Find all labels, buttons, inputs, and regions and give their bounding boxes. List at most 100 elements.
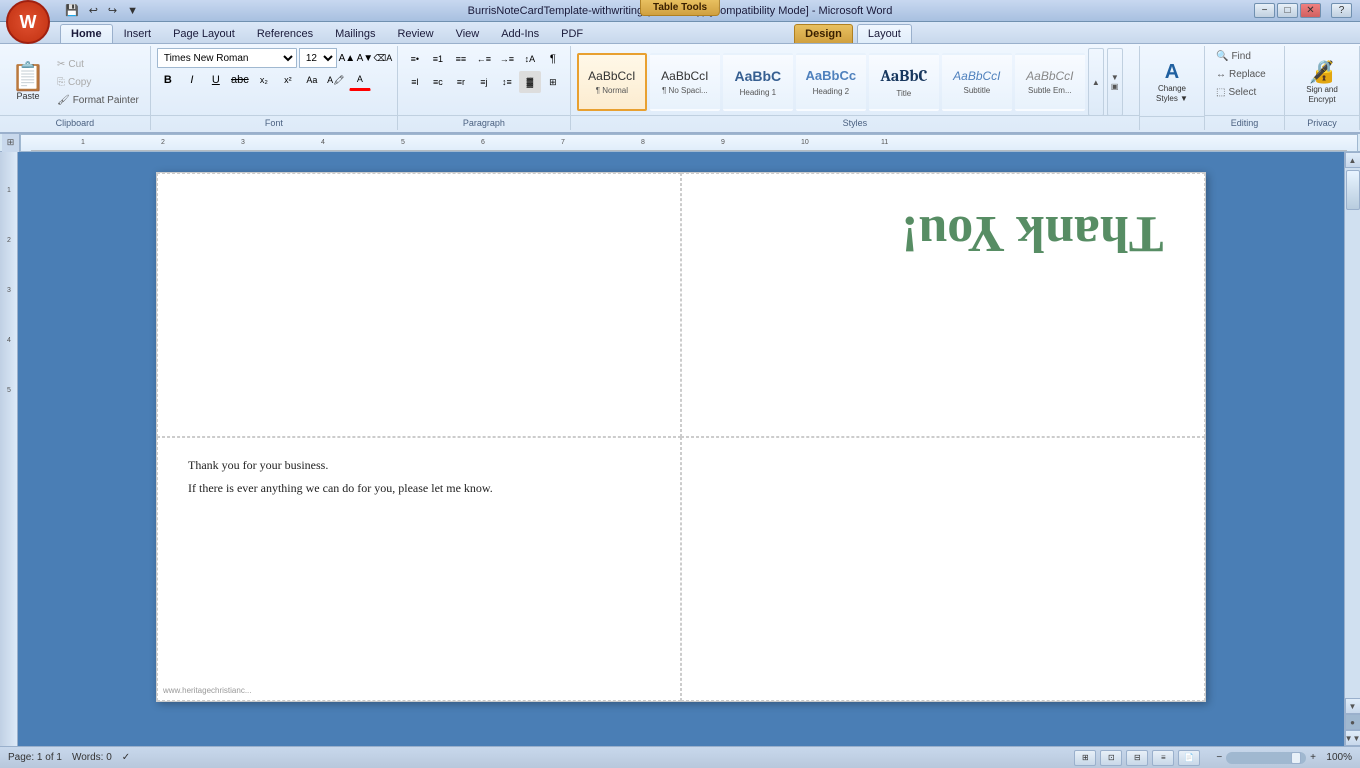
- tab-design[interactable]: Design: [794, 24, 853, 43]
- tab-add-ins[interactable]: Add-Ins: [490, 24, 550, 43]
- style-title[interactable]: AaBbC Title: [869, 53, 939, 111]
- style-heading1[interactable]: AaBbC Heading 1: [723, 53, 793, 111]
- style-heading2[interactable]: AaBbCc Heading 2: [796, 53, 866, 111]
- select-button[interactable]: ⬚ Select: [1211, 84, 1261, 101]
- tab-mailings[interactable]: Mailings: [324, 24, 386, 43]
- minimize-button[interactable]: −: [1254, 3, 1275, 18]
- increase-indent-button[interactable]: →≡: [496, 48, 518, 70]
- bullets-button[interactable]: ≡•: [404, 48, 426, 70]
- scroll-track[interactable]: [1345, 168, 1360, 698]
- font-color-button[interactable]: A: [349, 69, 371, 91]
- help-button[interactable]: ?: [1331, 3, 1352, 18]
- font-size-select[interactable]: 12: [299, 48, 337, 68]
- line-spacing-button[interactable]: ↕≡: [496, 71, 518, 93]
- svg-text:1: 1: [81, 139, 85, 146]
- find-button[interactable]: 🔍 Find: [1211, 48, 1256, 65]
- style-subtitle[interactable]: AaBbCcI Subtitle: [942, 53, 1012, 111]
- align-center-button[interactable]: ≡c: [427, 71, 449, 93]
- sign-encrypt-button[interactable]: 🔏 Sign andEncrypt: [1290, 53, 1355, 111]
- word-count-status: Words: 0: [72, 752, 112, 763]
- tab-references[interactable]: References: [246, 24, 324, 43]
- select-browse-object-button[interactable]: ●: [1345, 714, 1360, 730]
- tab-view[interactable]: View: [445, 24, 491, 43]
- close-button[interactable]: ✕: [1300, 3, 1321, 18]
- shading-button[interactable]: ▓: [519, 71, 541, 93]
- redo-button[interactable]: ↪: [105, 3, 120, 18]
- zoom-level[interactable]: 100%: [1320, 752, 1352, 763]
- thank-you-text: Thank You!: [901, 204, 1164, 263]
- quadrant-bottom-left[interactable]: Thank you for your business. If there is…: [157, 437, 681, 701]
- bold-button[interactable]: B: [157, 69, 179, 91]
- svg-text:4: 4: [7, 337, 11, 344]
- tab-review[interactable]: Review: [386, 24, 444, 43]
- spell-check-icon[interactable]: ✓: [122, 752, 130, 763]
- svg-text:3: 3: [241, 139, 245, 146]
- save-button[interactable]: 💾: [62, 3, 82, 18]
- borders-button[interactable]: ⊞: [542, 71, 564, 93]
- web-layout-view-button[interactable]: ⊟: [1126, 750, 1148, 766]
- zoom-in-button[interactable]: +: [1310, 752, 1316, 763]
- scroll-up-button[interactable]: ▲: [1345, 152, 1360, 168]
- document-scroll-area[interactable]: Thank You! Thank you for your business. …: [18, 152, 1344, 746]
- print-layout-view-button[interactable]: ⊞: [1074, 750, 1096, 766]
- quick-access-toolbar: W 💾 ↩ ↪ ▼: [8, 3, 141, 18]
- strikethrough-button[interactable]: abc: [229, 69, 251, 91]
- increase-font-size-button[interactable]: A▲: [339, 50, 355, 66]
- customize-qat-button[interactable]: ▼: [124, 4, 141, 18]
- status-bar: Page: 1 of 1 Words: 0 ✓ ⊞ ⊡ ⊟ ≡ 📄 − + 10…: [0, 746, 1360, 768]
- tab-layout[interactable]: Layout: [857, 24, 912, 43]
- underline-button[interactable]: U: [205, 69, 227, 91]
- full-screen-view-button[interactable]: ⊡: [1100, 750, 1122, 766]
- styles-scroll-down[interactable]: ▼▣: [1107, 48, 1123, 116]
- align-left-button[interactable]: ≡l: [404, 71, 426, 93]
- align-right-button[interactable]: ≡r: [450, 71, 472, 93]
- paste-button[interactable]: 📋 Paste: [6, 52, 50, 112]
- decrease-indent-button[interactable]: ←≡: [473, 48, 495, 70]
- format-painter-button[interactable]: 🖌 Format Painter: [52, 92, 144, 109]
- show-formatting-button[interactable]: ¶: [542, 48, 564, 70]
- font-family-select[interactable]: Times New Roman: [157, 48, 297, 68]
- tab-page-layout[interactable]: Page Layout: [162, 24, 246, 43]
- scroll-thumb[interactable]: [1346, 170, 1360, 210]
- next-page-button[interactable]: ▼▼: [1345, 730, 1360, 746]
- styles-scroll-up[interactable]: ▲: [1088, 48, 1104, 116]
- italic-button[interactable]: I: [181, 69, 203, 91]
- numbering-button[interactable]: ≡1: [427, 48, 449, 70]
- document-page: Thank You! Thank you for your business. …: [156, 172, 1206, 702]
- tab-home[interactable]: Home: [60, 24, 113, 43]
- change-styles-icon: A: [1165, 61, 1179, 84]
- text-highlight-button[interactable]: A🖍: [325, 69, 347, 91]
- ruler-corner[interactable]: ⊞: [2, 134, 20, 152]
- style-no-spacing[interactable]: AaBbCcI ¶ No Spaci...: [650, 53, 720, 111]
- style-normal[interactable]: AaBbCcI ¶ Normal: [577, 53, 647, 111]
- paragraph-row-2: ≡l ≡c ≡r ≡j ↕≡ ▓ ⊞: [404, 71, 564, 93]
- style-subtle-em[interactable]: AaBbCcI Subtle Em...: [1015, 53, 1085, 111]
- zoom-out-button[interactable]: −: [1216, 752, 1222, 763]
- zoom-slider[interactable]: [1226, 752, 1306, 764]
- multilevel-list-button[interactable]: ≡≡: [450, 48, 472, 70]
- sort-button[interactable]: ↕A: [519, 48, 541, 70]
- svg-text:7: 7: [561, 139, 565, 146]
- replace-button[interactable]: ↔ Replace: [1211, 66, 1271, 83]
- scroll-down-button[interactable]: ▼: [1345, 698, 1360, 714]
- draft-view-button[interactable]: 📄: [1178, 750, 1200, 766]
- font-row-2: B I U abc x₂ x² Aa A🖍 A: [157, 69, 371, 91]
- copy-button[interactable]: ⎘ Copy: [52, 74, 144, 91]
- subscript-button[interactable]: x₂: [253, 69, 275, 91]
- justify-button[interactable]: ≡j: [473, 71, 495, 93]
- maximize-button[interactable]: □: [1277, 3, 1298, 18]
- cut-button[interactable]: ✂ Cut: [52, 56, 144, 73]
- superscript-button[interactable]: x²: [277, 69, 299, 91]
- vertical-scrollbar[interactable]: ▲ ▼ ● ▼▼: [1344, 152, 1360, 746]
- change-styles-button[interactable]: A ChangeStyles ▼: [1143, 55, 1201, 110]
- tab-insert[interactable]: Insert: [113, 24, 163, 43]
- office-button[interactable]: W: [6, 0, 50, 44]
- decrease-font-size-button[interactable]: A▼: [357, 50, 373, 66]
- undo-button[interactable]: ↩: [86, 3, 101, 18]
- tab-pdf[interactable]: PDF: [550, 24, 594, 43]
- ribbon: 📋 Paste ✂ Cut ⎘ Copy 🖌 Format Painter Cl…: [0, 44, 1360, 134]
- clear-format-button[interactable]: ⌫A: [375, 50, 391, 66]
- outline-view-button[interactable]: ≡: [1152, 750, 1174, 766]
- svg-text:8: 8: [641, 139, 645, 146]
- change-case-button[interactable]: Aa: [301, 69, 323, 91]
